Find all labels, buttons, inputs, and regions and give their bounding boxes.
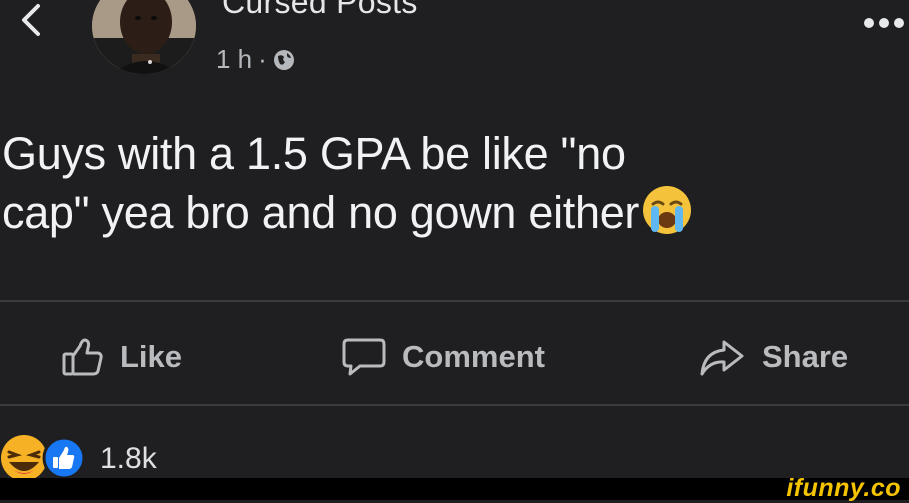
reaction-count[interactable]: 1.8k: [100, 442, 157, 476]
like-label: Like: [120, 339, 183, 374]
thumbs-up-icon: [62, 338, 103, 376]
post-meta: 1 h ·: [216, 44, 295, 75]
page-name[interactable]: Cursed Posts: [222, 0, 418, 21]
ifunny-watermark: ifunny.co: [786, 474, 901, 502]
share-label: Share: [762, 339, 849, 374]
avatar[interactable]: [92, 0, 196, 74]
like-button[interactable]: Like: [60, 334, 182, 380]
share-arrow-icon: [700, 340, 744, 376]
post-timestamp[interactable]: 1 h: [216, 44, 252, 75]
comment-bubble-icon: [342, 338, 386, 376]
post-text-line-2: cap" yea bro and no gown either: [2, 183, 907, 242]
comment-label: Comment: [402, 339, 545, 374]
like-reaction-icon: [42, 436, 86, 480]
watermark-bar: [0, 478, 909, 500]
globe-icon: [273, 49, 294, 70]
more-options-button[interactable]: [862, 16, 906, 30]
share-button[interactable]: Share: [696, 334, 848, 380]
back-button[interactable]: [12, 0, 52, 40]
divider-top: [0, 300, 909, 302]
divider-bottom: [0, 404, 909, 406]
post-text-line-1: Guys with a 1.5 GPA be like "no: [2, 128, 626, 179]
avatar-image: [92, 0, 196, 74]
chevron-left-icon: [22, 4, 40, 36]
post-text: Guys with a 1.5 GPA be like "no cap" yea…: [2, 124, 907, 242]
post-text-line-2-content: cap" yea bro and no gown either: [2, 187, 640, 238]
crying-face-emoji-icon: [643, 186, 692, 234]
reaction-icons[interactable]: [0, 432, 86, 484]
comment-button[interactable]: Comment: [340, 334, 545, 380]
ellipsis-icon: [864, 18, 904, 28]
meta-separator: ·: [258, 44, 267, 74]
